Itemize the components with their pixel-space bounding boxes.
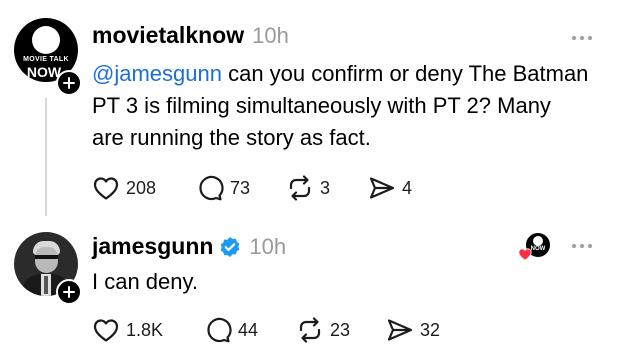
- more-options-button[interactable]: [572, 244, 592, 248]
- username[interactable]: movietalknow: [92, 22, 244, 49]
- reply-count: 73: [230, 178, 251, 198]
- like-count: 1.8K: [126, 319, 164, 340]
- reply-button[interactable]: 44: [204, 317, 258, 344]
- send-icon: [369, 177, 395, 199]
- username[interactable]: jamesgunn: [92, 233, 213, 260]
- avatar-logo-mark: [32, 26, 60, 54]
- reply-button[interactable]: 73: [196, 175, 250, 202]
- repost-count: 23: [330, 319, 351, 340]
- more-dots-icon: [572, 36, 576, 40]
- post-header: movietalknow 10h: [92, 22, 289, 49]
- timestamp[interactable]: 10h: [249, 234, 286, 260]
- more-dot: [580, 244, 584, 248]
- avatar-tie: [44, 276, 48, 294]
- repost-button[interactable]: 3: [286, 175, 330, 201]
- timestamp[interactable]: 10h: [252, 23, 289, 49]
- thread-line: [45, 98, 47, 216]
- post-text-line-2: PT 3 is filming simultaneously with PT 2…: [92, 93, 551, 118]
- more-dot: [580, 36, 584, 40]
- more-dots-icon: [572, 244, 576, 248]
- avatar-glasses: [35, 255, 58, 259]
- more-dot: [588, 244, 592, 248]
- post-text-line-3: are running the story as fact.: [92, 125, 371, 150]
- reply-count: 44: [238, 320, 259, 340]
- post-text-line-1-rest: can you confirm or deny The Batman: [221, 61, 589, 86]
- share-button[interactable]: 32: [386, 317, 440, 343]
- follow-plus-button[interactable]: [56, 279, 82, 305]
- plus-icon: [63, 77, 75, 89]
- repost-count: 3: [320, 177, 331, 198]
- avatar-face: [35, 247, 58, 273]
- share-count: 32: [420, 319, 441, 340]
- follow-plus-button[interactable]: [56, 70, 82, 96]
- repost-icon: [289, 175, 311, 201]
- post-movietalknow: MOVIE TALK NOW movietalknow 10h @jamesgu…: [0, 0, 620, 222]
- mention-link[interactable]: @jamesgunn: [92, 61, 222, 86]
- repost-icon: [299, 317, 321, 343]
- more-options-button[interactable]: [572, 36, 592, 40]
- more-dot: [588, 36, 592, 40]
- post-text: @jamesgunn can you confirm or deny The B…: [92, 58, 612, 154]
- post-header: jamesgunn 10h: [92, 233, 286, 260]
- like-button[interactable]: 1.8K: [92, 317, 163, 343]
- repost-button[interactable]: 23: [296, 317, 350, 343]
- post-text: I can deny.: [92, 269, 198, 294]
- plus-icon: [63, 286, 75, 298]
- avatar-logo-text-1: MOVIE TALK: [23, 56, 69, 63]
- liked-heart-badge-icon: [518, 248, 532, 261]
- comment-icon: [207, 317, 232, 343]
- like-count: 208: [126, 177, 157, 198]
- liked-by-avatar-mark: [533, 236, 543, 246]
- verified-badge-icon: [221, 236, 240, 257]
- like-button[interactable]: 208: [92, 175, 156, 201]
- share-count: 4: [402, 177, 413, 198]
- post-jamesgunn: jamesgunn 10h NOW I can deny. 1.8K 44 23…: [0, 222, 620, 349]
- heart-icon: [93, 319, 119, 342]
- post-text-line-1: @jamesgunn can you confirm or deny The B…: [92, 58, 612, 90]
- share-button[interactable]: 4: [368, 175, 412, 201]
- comment-icon: [199, 175, 224, 201]
- heart-icon: [93, 177, 119, 200]
- send-icon: [387, 319, 413, 341]
